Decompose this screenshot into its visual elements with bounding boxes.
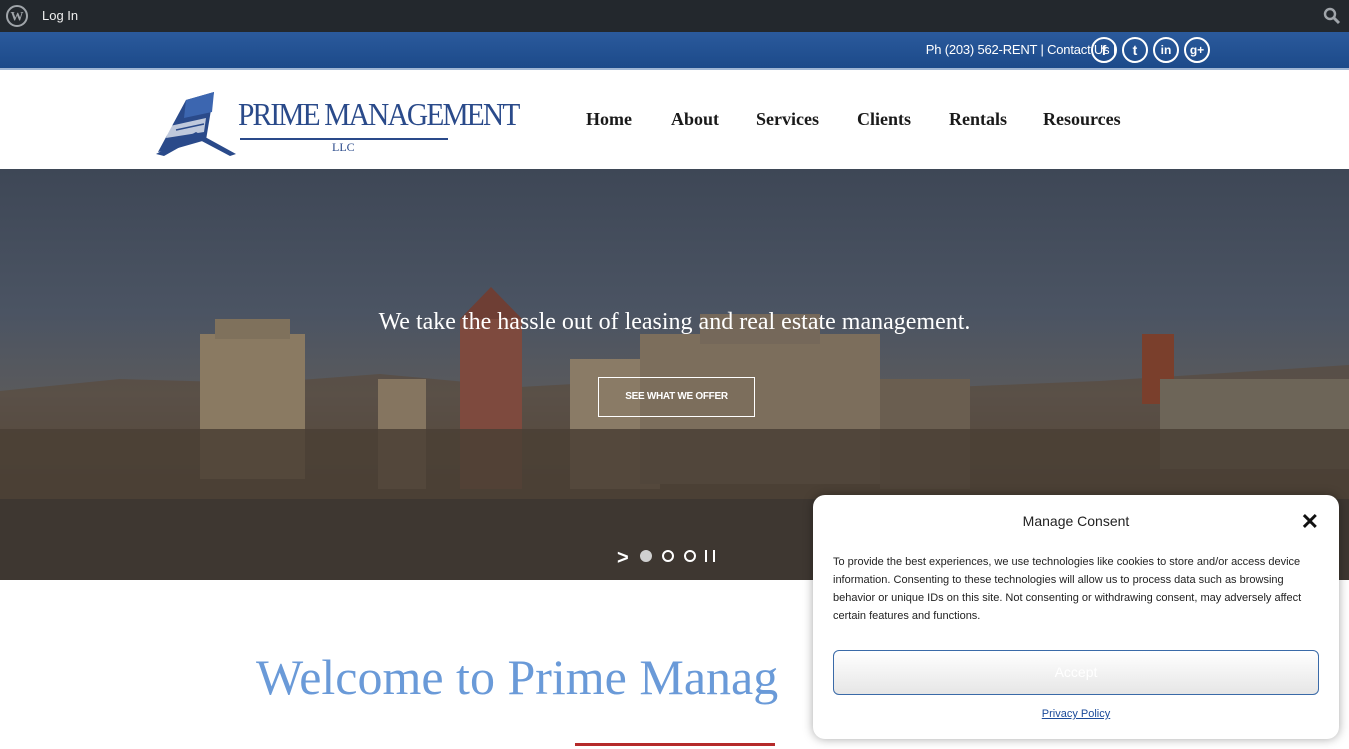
nav-item-home[interactable]: Home (586, 109, 632, 130)
site-header: PRIME MANAGEMENT LLC Home About Services… (0, 70, 1349, 169)
building-logo-icon (156, 92, 236, 156)
wordpress-icon[interactable]: W (6, 5, 28, 27)
heading-divider (575, 743, 775, 746)
admin-bar: W Log In (0, 0, 1349, 32)
logo-name: PRIME MANAGEMENT (238, 96, 520, 132)
accept-button[interactable]: Accept (833, 650, 1319, 695)
consent-text: To provide the best experiences, we use … (833, 556, 1302, 622)
close-icon[interactable]: ✕ (1301, 509, 1319, 535)
slide-dot[interactable] (662, 550, 674, 562)
phone-number[interactable]: Ph (203) 562-RENT (926, 42, 1037, 57)
contact-info: Ph (203) 562-RENT | Contact Us | (926, 42, 1116, 57)
privacy-policy-link[interactable]: Privacy Policy (813, 708, 1339, 720)
nav-item-about[interactable]: About (671, 109, 719, 130)
hero-tagline: We take the hassle out of leasing and re… (378, 309, 971, 335)
slide-dot[interactable] (684, 550, 696, 562)
login-link[interactable]: Log In (42, 8, 78, 23)
separator: | (1040, 42, 1044, 57)
see-what-we-offer-button[interactable]: SEE WHAT WE OFFER (598, 377, 755, 417)
nav-item-services[interactable]: Services (756, 109, 819, 130)
nav-item-rentals[interactable]: Rentals (949, 109, 1007, 130)
facebook-icon[interactable]: f (1091, 37, 1117, 63)
welcome-heading: Welcome to Prime Manag (256, 649, 779, 705)
twitter-icon[interactable]: t (1122, 37, 1148, 63)
slide-dot[interactable] (640, 550, 652, 562)
svg-text:W: W (11, 9, 24, 24)
nav-item-resources[interactable]: Resources (1043, 109, 1121, 130)
google-plus-icon[interactable]: g+ (1184, 37, 1210, 63)
consent-dialog: Manage Consent ✕ To provide the best exp… (813, 495, 1339, 739)
consent-title: Manage Consent (1022, 513, 1130, 529)
nav-item-clients[interactable]: Clients (857, 109, 911, 130)
site-logo[interactable]: PRIME MANAGEMENT LLC (156, 82, 520, 158)
contact-bar: Ph (203) 562-RENT | Contact Us | f t in … (0, 32, 1349, 70)
linkedin-icon[interactable]: in (1153, 37, 1179, 63)
next-slide-icon[interactable]: > (617, 547, 629, 570)
logo-suffix: LLC (332, 140, 355, 154)
pause-icon[interactable] (705, 550, 715, 562)
search-icon[interactable] (1323, 7, 1341, 25)
